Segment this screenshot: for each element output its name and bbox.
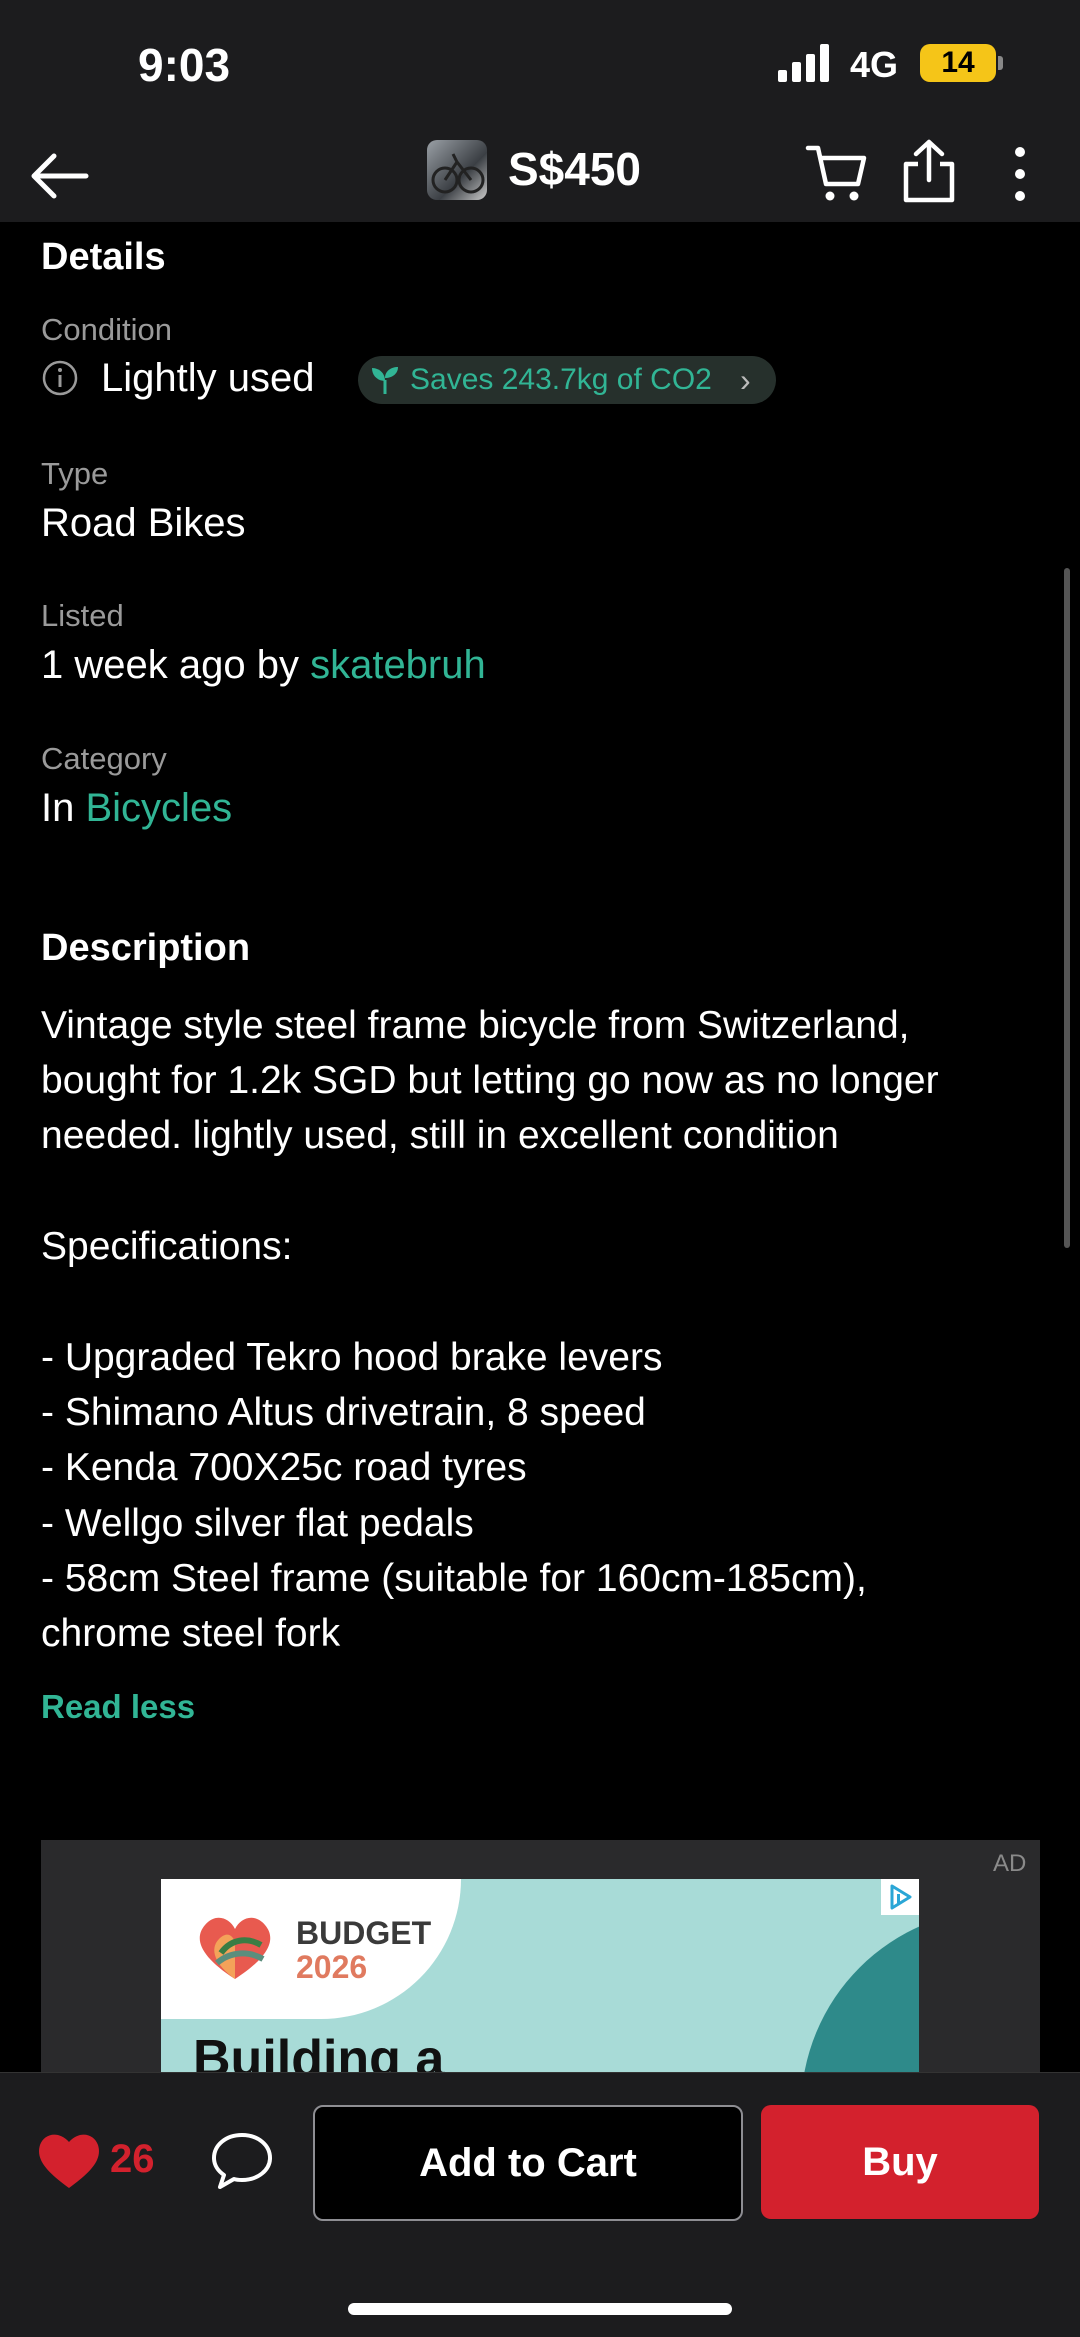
status-bar: 9:03 4G 14	[0, 0, 1080, 130]
description-heading: Description	[41, 927, 251, 969]
category-value: In Bicycles	[41, 786, 232, 831]
signal-icon	[778, 44, 829, 82]
battery-cap	[998, 56, 1003, 70]
more-icon[interactable]	[1000, 142, 1040, 206]
leaf-icon	[372, 367, 398, 394]
battery-level: 14	[920, 44, 996, 82]
back-arrow-icon[interactable]	[28, 148, 92, 204]
info-icon[interactable]	[41, 359, 79, 397]
description-line: Vintage style steel frame bicycle from S…	[41, 1004, 910, 1047]
description-line: - Wellgo silver flat pedals	[41, 1502, 474, 1545]
details-heading: Details	[41, 236, 166, 278]
type-label: Type	[41, 456, 109, 491]
category-link[interactable]: Bicycles	[85, 786, 232, 830]
co2-savings-badge[interactable]: Saves 243.7kg of CO2 ›	[358, 356, 776, 404]
add-to-cart-button[interactable]: Add to Cart	[313, 2105, 743, 2221]
ad-tag: AD	[993, 1850, 1027, 1877]
status-time: 9:03	[138, 39, 231, 91]
read-less-link[interactable]: Read less	[41, 1688, 195, 1726]
listing-thumbnail	[427, 140, 487, 200]
ad-banner[interactable]: BUDGET 2026 Building a	[161, 1879, 919, 2080]
description-line: Specifications:	[41, 1225, 293, 1268]
like-count: 26	[110, 2137, 155, 2181]
network-type: 4G	[850, 44, 899, 85]
budget-heart-logo	[199, 1917, 271, 1979]
listed-label: Listed	[41, 598, 124, 633]
listing-price: S$450	[508, 143, 642, 195]
ad-brand-line1: BUDGET	[296, 1915, 432, 1951]
chevron-right-icon: ›	[740, 362, 751, 398]
ad-logo-area: BUDGET 2026	[161, 1879, 461, 2019]
ad-container[interactable]: AD BUDGET 2026 Building a	[41, 1840, 1040, 2080]
listed-value: 1 week ago by skatebruh	[41, 643, 486, 688]
cart-icon[interactable]	[804, 140, 868, 204]
description-line: - Shimano Altus drivetrain, 8 speed	[41, 1391, 646, 1434]
scrollbar[interactable]	[1064, 568, 1070, 1248]
chat-bubble-icon[interactable]	[210, 2131, 274, 2191]
co2-badge-text: Saves 243.7kg of CO2	[410, 363, 712, 396]
type-value: Road Bikes	[41, 501, 246, 545]
description-line: - 58cm Steel frame (suitable for 160cm-1…	[41, 1557, 867, 1600]
description-line: bought for 1.2k SGD but letting go now a…	[41, 1059, 939, 1102]
description-line: chrome steel fork	[41, 1612, 341, 1655]
heart-icon[interactable]	[36, 2130, 102, 2190]
ad-wave-graphic	[801, 1909, 919, 2080]
condition-value: Lightly used	[101, 356, 315, 400]
top-nav: S$450	[0, 130, 1080, 222]
description-line: - Upgraded Tekro hood brake levers	[41, 1336, 663, 1379]
condition-label: Condition	[41, 312, 172, 347]
share-icon[interactable]	[900, 138, 958, 204]
description-line: needed. lightly used, still in excellent…	[41, 1114, 839, 1157]
bottom-action-bar: 26 Add to Cart Buy	[0, 2072, 1080, 2337]
buy-button[interactable]: Buy	[761, 2105, 1039, 2219]
home-indicator[interactable]	[348, 2303, 732, 2315]
seller-username-link[interactable]: skatebruh	[310, 643, 486, 687]
listed-prefix: 1 week ago by	[41, 643, 299, 687]
description-line: - Kenda 700X25c road tyres	[41, 1446, 527, 1489]
category-prefix: In	[41, 786, 75, 830]
ad-choices-icon[interactable]	[881, 1879, 919, 1915]
category-label: Category	[41, 741, 167, 776]
ad-brand-line2: 2026	[296, 1949, 368, 1985]
